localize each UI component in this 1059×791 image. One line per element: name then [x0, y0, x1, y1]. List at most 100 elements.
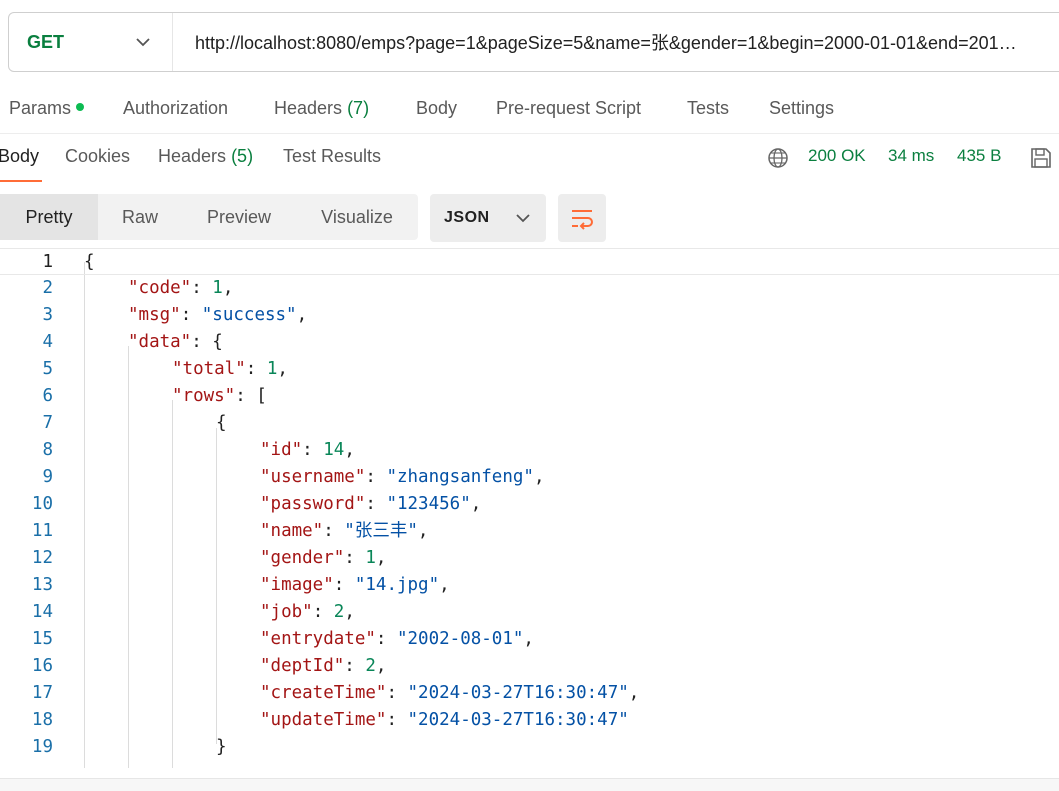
divider	[0, 133, 1059, 134]
tab-label: Settings	[769, 98, 835, 118]
line-number: 10	[31, 494, 53, 514]
code-token: 14	[323, 440, 345, 460]
code-text: "msg": "success",	[128, 302, 307, 329]
code-text: "deptId": 2,	[260, 653, 386, 680]
tab-settings[interactable]: Settings	[769, 98, 834, 119]
tab-response-headers[interactable]: Headers (5)	[158, 146, 253, 167]
code-token: :	[365, 494, 387, 514]
code-token: : {	[191, 332, 223, 352]
code-line: 17 "createTime": "2024-03-27T16:30:47",	[0, 680, 1059, 707]
tab-cookies[interactable]: Cookies	[65, 146, 130, 167]
tab-params[interactable]: Params	[9, 98, 85, 119]
code-token: "2002-08-01"	[396, 629, 524, 649]
code-token: :	[386, 683, 408, 703]
view-preview[interactable]: Preview	[182, 194, 296, 240]
request-tabs: Params Authorization Headers (7) Body Pr…	[0, 98, 1059, 122]
code-text: {	[216, 410, 227, 437]
view-visualize[interactable]: Visualize	[296, 194, 418, 240]
code-line: 1{	[0, 248, 1059, 275]
code-text: "image": "14.jpg",	[260, 572, 450, 599]
code-token: {	[216, 413, 227, 433]
tab-label: Pre-request Script	[496, 98, 642, 118]
code-token: "14.jpg"	[354, 575, 440, 595]
code-token: ,	[417, 521, 429, 541]
code-line: 4 "data": {	[0, 329, 1059, 356]
tab-body[interactable]: Body	[416, 98, 457, 119]
line-number: 4	[42, 332, 53, 352]
code-line: 8 "id": 14,	[0, 437, 1059, 464]
url-input[interactable]: http://localhost:8080/emps?page=1&pageSi…	[173, 29, 1017, 55]
code-token: 2	[365, 656, 376, 676]
tab-response-body[interactable]: Body	[0, 146, 39, 167]
code-token: "password"	[260, 494, 366, 514]
code-text: "total": 1,	[172, 356, 288, 383]
response-body-editor[interactable]: 1{2 "code": 1, 3 "msg": "success", 4 "data": …	[0, 248, 1059, 770]
code-text: "updateTime": "2024-03-27T16:30:47"	[260, 707, 629, 734]
line-number: 5	[42, 359, 53, 379]
tab-tests[interactable]: Tests	[687, 98, 729, 119]
chevron-down-icon	[136, 38, 150, 47]
code-token: ,	[296, 305, 308, 325]
code-token: "id"	[260, 440, 303, 460]
code-text: "id": 14,	[260, 437, 355, 464]
code-text: "code": 1,	[128, 275, 233, 302]
code-token: "123456"	[386, 494, 471, 514]
code-token: ,	[344, 602, 355, 622]
format-select[interactable]: JSON	[430, 194, 546, 242]
view-mode-toggle: Pretty Raw Preview Visualize	[0, 194, 418, 240]
code-token: {	[84, 252, 95, 272]
code-token: ,	[533, 467, 545, 487]
code-token: :	[386, 710, 408, 730]
code-text: "createTime": "2024-03-27T16:30:47",	[260, 680, 639, 707]
line-number: 17	[31, 683, 53, 703]
status-footer	[0, 778, 1059, 791]
response-time[interactable]: 34 ms	[888, 146, 934, 166]
code-token: "2024-03-27T16:30:47"	[407, 710, 629, 730]
tab-pre-request-script[interactable]: Pre-request Script	[496, 98, 641, 119]
code-token: "zhangsanfeng"	[386, 467, 534, 487]
format-label: JSON	[444, 209, 490, 226]
tab-headers[interactable]: Headers (7)	[274, 98, 369, 119]
status-code[interactable]: 200 OK	[808, 146, 866, 166]
code-token: "username"	[260, 467, 366, 487]
response-size[interactable]: 435 B	[957, 146, 1001, 166]
code-text: "entrydate": "2002-08-01",	[260, 626, 534, 653]
line-number: 14	[31, 602, 53, 622]
code-token: "image"	[260, 575, 334, 595]
code-token: "total"	[172, 359, 246, 379]
method-select[interactable]: GET	[9, 13, 173, 71]
code-text: }	[216, 734, 227, 761]
line-number: 13	[31, 575, 53, 595]
line-number: 12	[31, 548, 53, 568]
code-token: ,	[375, 656, 387, 676]
code-line: 2 "code": 1,	[0, 275, 1059, 302]
code-token: :	[302, 440, 324, 460]
code-token: "createTime"	[260, 683, 387, 703]
tab-label: Body	[0, 146, 40, 166]
code-token: "rows"	[172, 386, 236, 406]
code-token: "deptId"	[260, 656, 345, 676]
code-token: ,	[470, 494, 482, 514]
code-token: "msg"	[128, 305, 181, 325]
line-number: 2	[42, 278, 53, 298]
wrap-lines-button[interactable]	[558, 194, 606, 242]
tab-authorization[interactable]: Authorization	[123, 98, 228, 119]
tab-label: Headers	[274, 98, 343, 118]
tab-label: Authorization	[123, 98, 229, 118]
save-icon[interactable]	[1029, 146, 1053, 170]
code-token: "gender"	[260, 548, 345, 568]
line-number: 8	[42, 440, 53, 460]
view-pretty[interactable]: Pretty	[0, 194, 98, 240]
globe-icon[interactable]	[767, 147, 789, 169]
tab-test-results[interactable]: Test Results	[283, 146, 381, 167]
code-token: "job"	[260, 602, 313, 622]
tab-count: (5)	[231, 146, 254, 166]
wrap-lines-icon	[572, 210, 593, 230]
code-token: :	[323, 521, 345, 541]
view-raw[interactable]: Raw	[98, 194, 182, 240]
code-token: ,	[439, 575, 450, 595]
code-line: 9 "username": "zhangsanfeng",	[0, 464, 1059, 491]
chevron-down-icon	[516, 214, 530, 223]
tab-label: Tests	[687, 98, 730, 118]
code-line: 16 "deptId": 2,	[0, 653, 1059, 680]
